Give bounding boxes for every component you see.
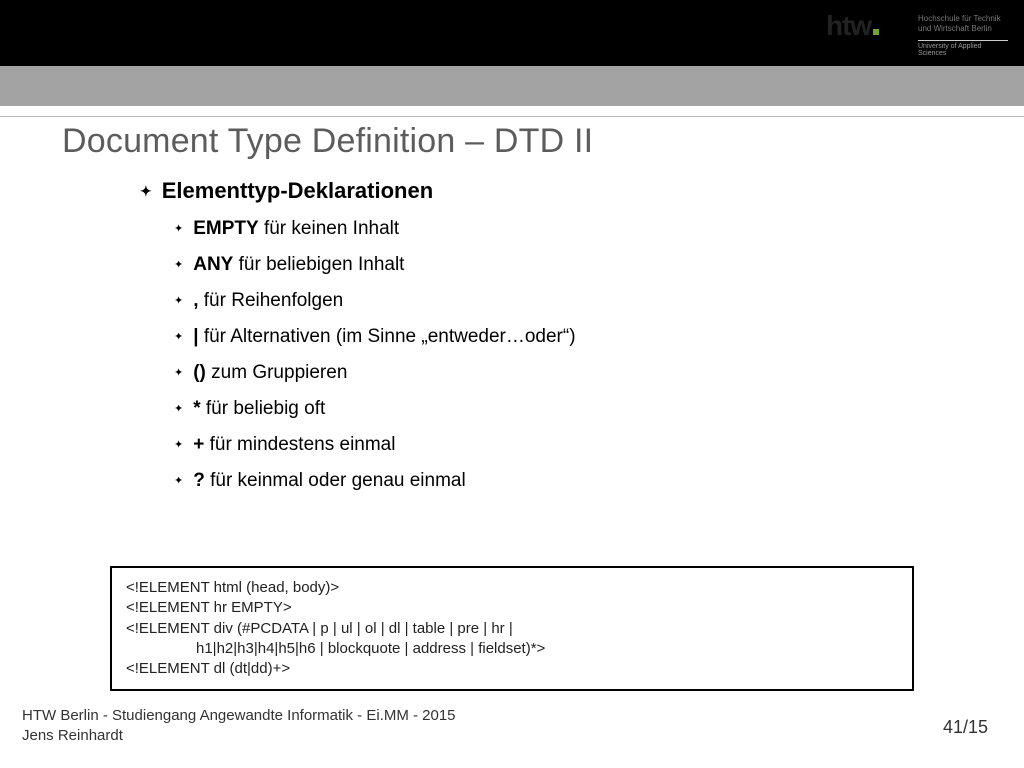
- diamond-bullet-icon: ✦: [174, 474, 183, 487]
- list-item-rest: für beliebigen Inhalt: [233, 254, 404, 275]
- diamond-bullet-icon: ✦: [174, 438, 183, 451]
- list-item-rest: für beliebig oft: [201, 398, 326, 419]
- page-number: 41/15: [943, 717, 988, 738]
- list-item: ✦ + für mindestens einmal: [174, 434, 900, 456]
- code-example-box: <!ELEMENT html (head, body)> <!ELEMENT h…: [110, 566, 914, 691]
- diamond-bullet-icon: ✦: [174, 402, 183, 415]
- list-item: ✦ ? für keinmal oder genau einmal: [174, 470, 900, 492]
- list-item-text: EMPTY für keinen Inhalt: [193, 218, 399, 240]
- diamond-bullet-icon: ✦: [174, 258, 183, 271]
- diamond-bullet-icon: ✦: [140, 183, 152, 200]
- list-item-bold: ANY: [193, 254, 233, 275]
- logo-subtitle: Hochschule für Technik und Wirtschaft Be…: [918, 14, 1001, 33]
- grey-bar: [0, 66, 1024, 106]
- list-item-rest: für mindestens einmal: [204, 434, 395, 455]
- list-item-text: ANY für beliebigen Inhalt: [193, 254, 404, 276]
- content-area: ✦ Elementtyp-Deklarationen ✦ EMPTY für k…: [140, 178, 900, 506]
- list-item-text: ? für keinmal oder genau einmal: [193, 470, 465, 492]
- logo-sub-line2: und Wirtschaft Berlin: [918, 24, 992, 33]
- code-line: <!ELEMENT hr EMPTY>: [126, 598, 898, 618]
- logo-sub2: University of Applied Sciences: [918, 40, 1008, 57]
- list-item-bold: (): [193, 362, 206, 383]
- list-item: ✦ ANY für beliebigen Inhalt: [174, 254, 900, 276]
- footer-line2: Jens Reinhardt: [22, 726, 456, 746]
- diamond-bullet-icon: ✦: [174, 330, 183, 343]
- code-line: <!ELEMENT div (#PCDATA | p | ul | ol | d…: [126, 619, 898, 639]
- list-item: ✦ () zum Gruppieren: [174, 362, 900, 384]
- list-item-bold: EMPTY: [193, 218, 258, 239]
- section-heading: ✦ Elementtyp-Deklarationen: [140, 178, 900, 204]
- list-item-text: () zum Gruppieren: [193, 362, 347, 384]
- list-item-rest: für Reihenfolgen: [199, 290, 344, 311]
- list-item-bold: *: [193, 398, 200, 419]
- list-item-text: , für Reihenfolgen: [193, 290, 343, 312]
- page-title: Document Type Definition – DTD II: [62, 122, 593, 161]
- list-item-rest: für Alternativen (im Sinne „entweder…ode…: [199, 326, 576, 347]
- logo-text: htw: [826, 10, 871, 42]
- list-item-text: + für mindestens einmal: [193, 434, 395, 456]
- list-item: ✦ EMPTY für keinen Inhalt: [174, 218, 900, 240]
- list-item-rest: für keinen Inhalt: [259, 218, 399, 239]
- footer-line1: HTW Berlin - Studiengang Angewandte Info…: [22, 706, 456, 726]
- diamond-bullet-icon: ✦: [174, 294, 183, 307]
- logo-sub-line1: Hochschule für Technik: [918, 14, 1001, 23]
- logo-dot-icon: [873, 29, 879, 35]
- code-line: h1|h2|h3|h4|h5|h6 | blockquote | address…: [126, 639, 898, 659]
- list-item-rest: für keinmal oder genau einmal: [205, 470, 466, 491]
- list-item: ✦ , für Reihenfolgen: [174, 290, 900, 312]
- code-line: <!ELEMENT dl (dt|dd)+>: [126, 659, 898, 679]
- list-item: ✦ | für Alternativen (im Sinne „entweder…: [174, 326, 900, 348]
- list-item-bold: ?: [193, 470, 205, 491]
- list-item-bold: +: [193, 434, 204, 455]
- footer: HTW Berlin - Studiengang Angewandte Info…: [22, 706, 456, 747]
- code-line: <!ELEMENT html (head, body)>: [126, 578, 898, 598]
- list-item-text: * für beliebig oft: [193, 398, 325, 420]
- list-item-text: | für Alternativen (im Sinne „entweder…o…: [193, 326, 575, 348]
- diamond-bullet-icon: ✦: [174, 222, 183, 235]
- section-heading-text: Elementtyp-Deklarationen: [162, 178, 433, 204]
- list-item-rest: zum Gruppieren: [206, 362, 348, 383]
- divider-line: [0, 116, 1024, 117]
- logo-block: htw Hochschule für Technik und Wirtschaf…: [826, 10, 1006, 42]
- list-item: ✦ * für beliebig oft: [174, 398, 900, 420]
- diamond-bullet-icon: ✦: [174, 366, 183, 379]
